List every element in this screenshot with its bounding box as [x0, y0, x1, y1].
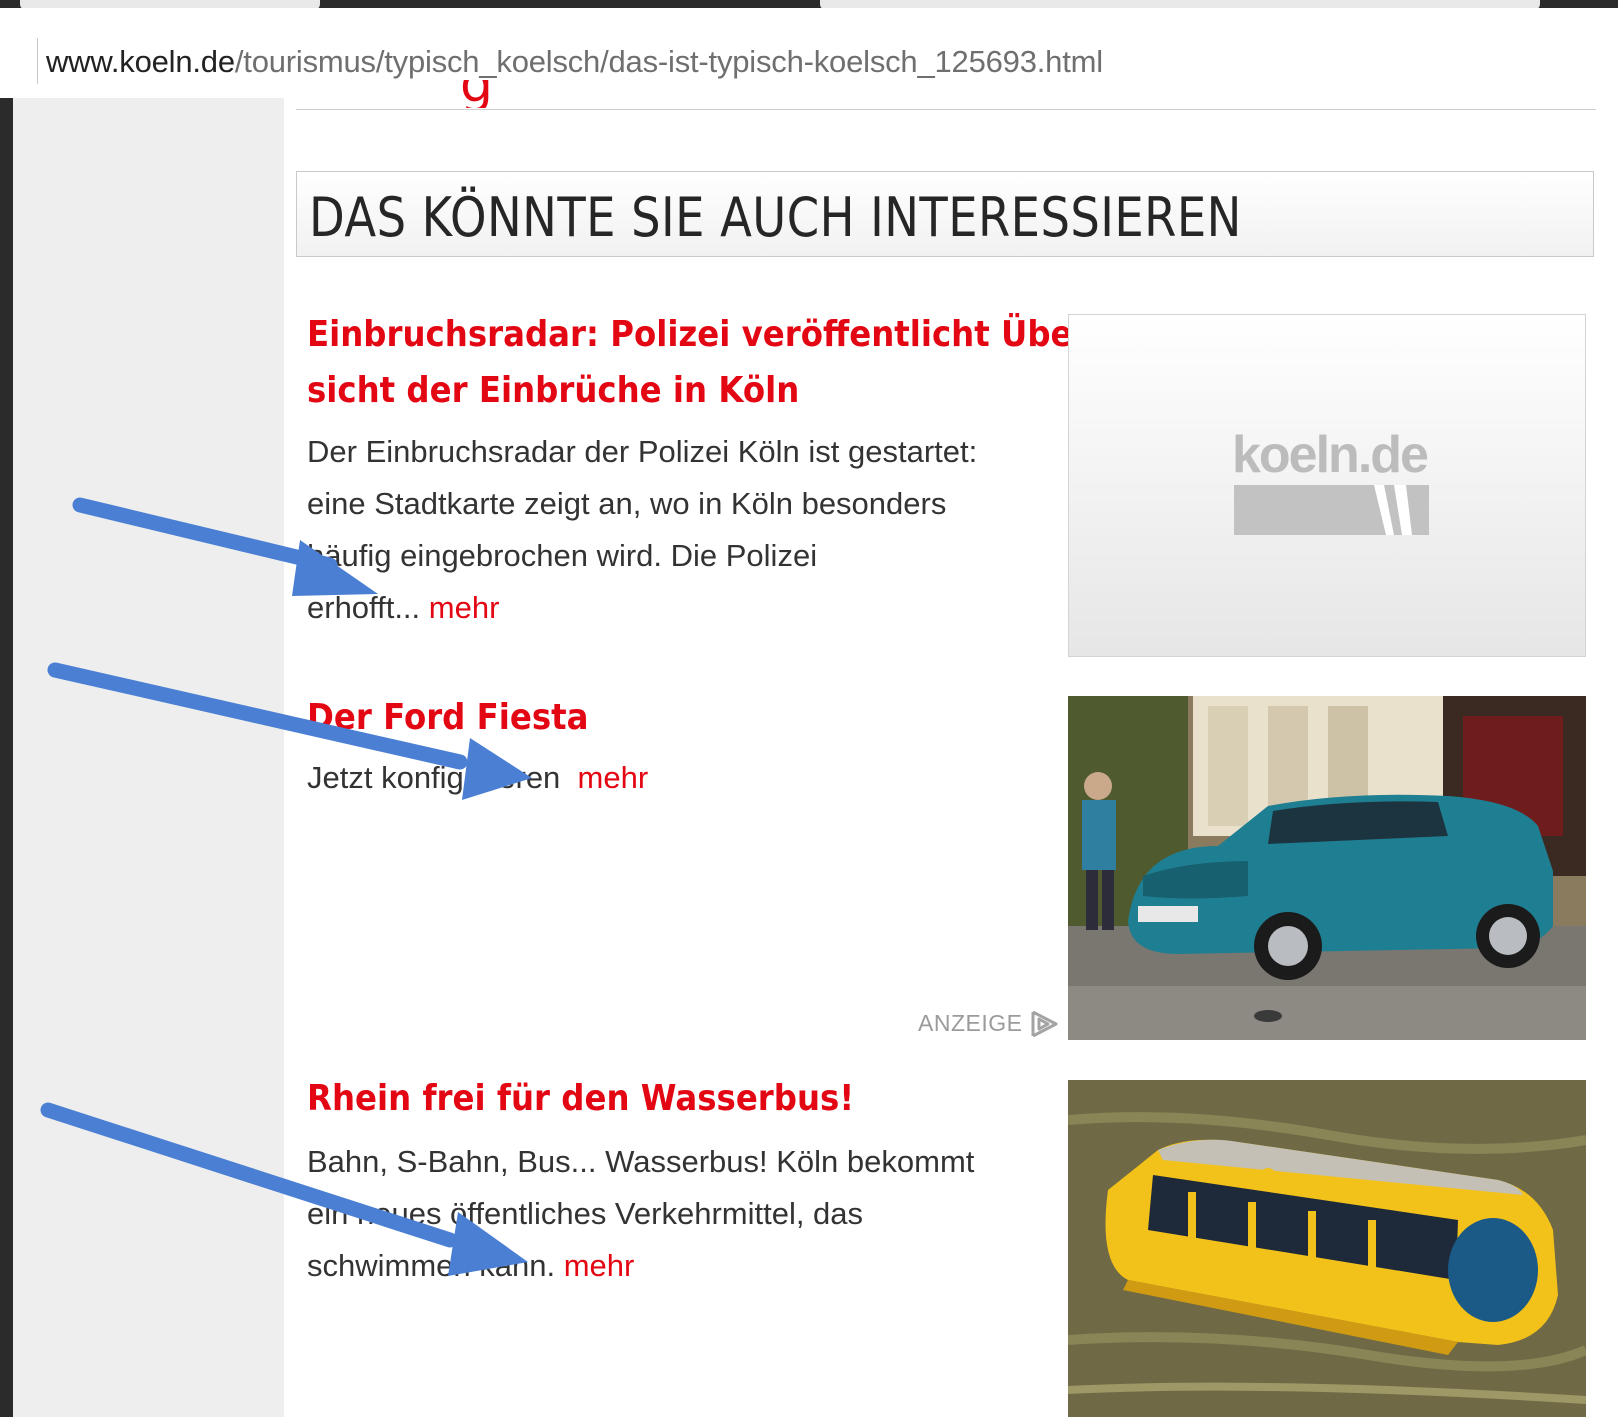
annotation-arrow: [47, 662, 532, 800]
annotation-arrow: [72, 497, 378, 596]
annotation-arrows: [40, 497, 532, 1276]
annotation-arrow: [40, 1102, 528, 1276]
